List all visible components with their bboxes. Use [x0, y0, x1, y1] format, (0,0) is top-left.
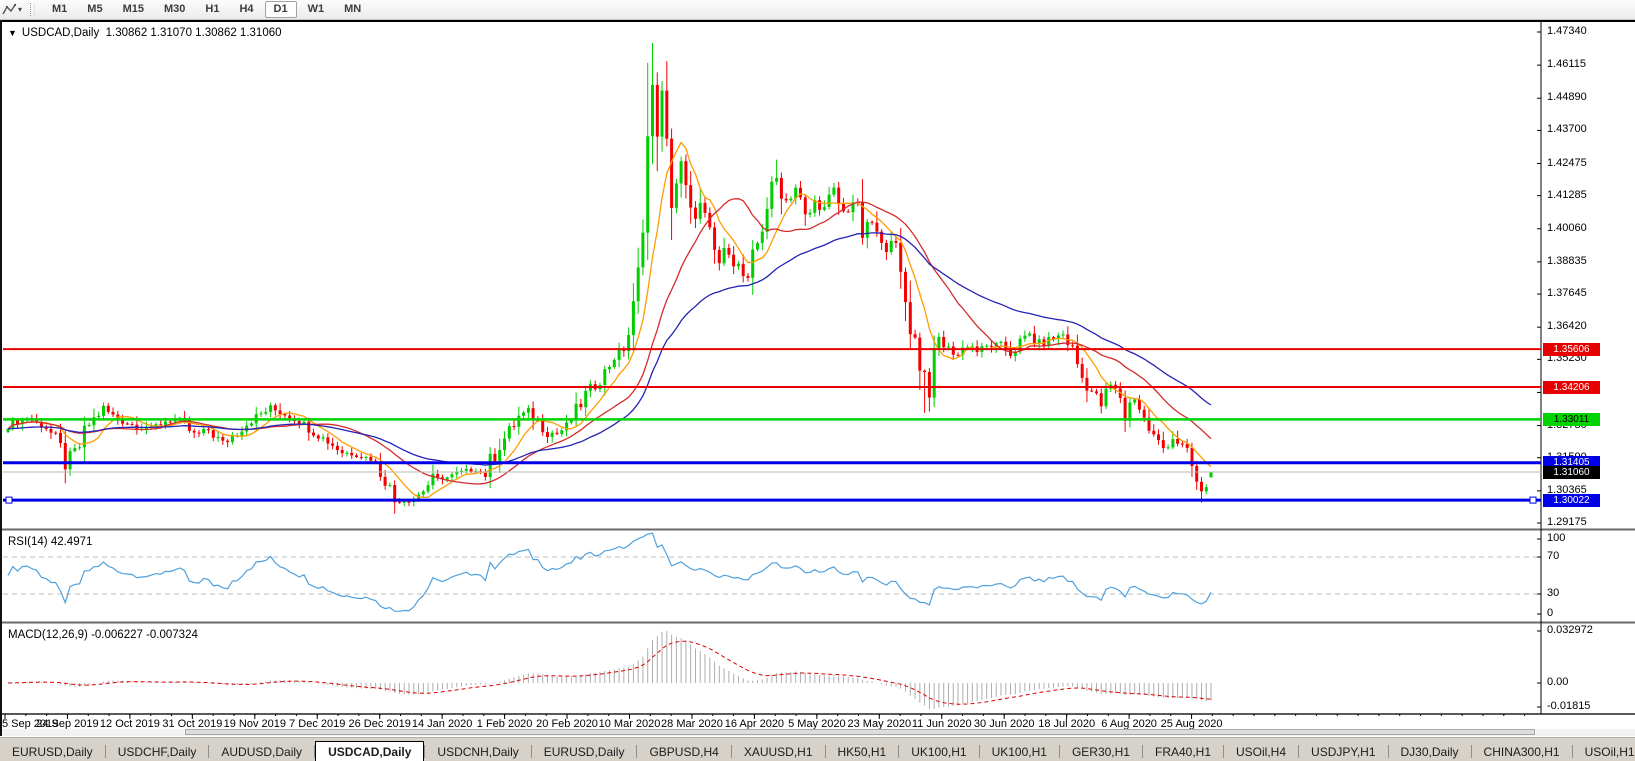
rsi-tick-label: 100 — [1547, 532, 1566, 544]
current-price-tag: 1.31060 — [1543, 465, 1600, 479]
tab-USDCAD-Daily[interactable]: USDCAD,Daily — [315, 741, 425, 761]
timeframe-button-D1[interactable]: D1 — [264, 1, 297, 18]
draw-tools-dropdown-icon[interactable]: ▾ — [18, 5, 22, 14]
chart-ohlc-values: 1.30862 1.31070 1.30862 1.31060 — [105, 27, 282, 39]
macd-histogram — [12, 631, 1212, 709]
hline-handle[interactable] — [5, 496, 13, 504]
tab-AUDUSD-Daily[interactable]: AUDUSD,Daily — [209, 743, 314, 761]
h-scrollbar-thumb[interactable] — [185, 729, 1535, 735]
tab-GER30-H1[interactable]: GER30,H1 — [1060, 743, 1142, 761]
tab-DJ30-Daily[interactable]: DJ30,Daily — [1389, 743, 1471, 761]
tab-USDCHF-Daily[interactable]: USDCHF,Daily — [106, 743, 209, 761]
price-tick-label: 1.38835 — [1547, 254, 1587, 267]
macd-tick-label: -0.01815 — [1547, 700, 1591, 712]
tab-USOil-H4[interactable]: USOil,H4 — [1224, 743, 1298, 761]
hline-price-tag: 1.34206 — [1543, 380, 1600, 394]
tab-GBPUSD-H4[interactable]: GBPUSD,H4 — [637, 743, 730, 761]
tab-UK100-H1[interactable]: UK100,H1 — [980, 743, 1059, 761]
timeframe-button-H1[interactable]: H1 — [196, 1, 228, 18]
price-tick-label: 1.44890 — [1547, 91, 1587, 104]
price-tick-label: 1.40060 — [1547, 221, 1587, 234]
polyline-draw-icon[interactable] — [0, 1, 18, 18]
price-tick-label: 1.41285 — [1547, 188, 1587, 201]
moving-average-21 — [7, 198, 1212, 485]
candles — [6, 43, 1213, 514]
hline-price-tag: 1.35606 — [1543, 342, 1600, 356]
toolbar-grip — [30, 3, 36, 16]
tab-USDCNH-Daily[interactable]: USDCNH,Daily — [425, 743, 530, 761]
window-left-border — [0, 20, 2, 736]
macd-tick-label: 0.00 — [1547, 676, 1569, 688]
price-tick-label: 1.47340 — [1547, 25, 1587, 37]
tab-XAUUSD-H1[interactable]: XAUUSD,H1 — [732, 743, 825, 761]
price-tick-label: 1.46115 — [1547, 58, 1586, 71]
timeframe-buttons: M1 M5 M15 M30 H1 H4 D1 W1 MN — [42, 1, 371, 18]
tab-USOil-H1[interactable]: USOil,H1 — [1573, 743, 1635, 761]
timeframe-button-H4[interactable]: H4 — [230, 1, 262, 18]
macd-tick-label: 0.032972 — [1547, 624, 1593, 636]
rsi-line — [7, 532, 1212, 612]
price-tick-label: 1.43700 — [1547, 123, 1587, 136]
price-tick-label: 1.36420 — [1547, 320, 1587, 333]
tab-CHINA300-H1[interactable]: CHINA300,H1 — [1472, 743, 1572, 761]
price-tick-label: 1.42475 — [1547, 156, 1587, 169]
hline-handle[interactable] — [1529, 496, 1537, 504]
tab-UK100-H1[interactable]: UK100,H1 — [899, 743, 978, 761]
timeframe-button-M5[interactable]: M5 — [78, 1, 111, 18]
tab-FRA40-H1[interactable]: FRA40,H1 — [1143, 743, 1223, 761]
timeframe-button-W1[interactable]: W1 — [299, 1, 334, 18]
rsi-tick-label: 30 — [1547, 587, 1560, 599]
tab-HK50-H1[interactable]: HK50,H1 — [826, 743, 899, 761]
tab-EURUSD-Daily[interactable]: EURUSD,Daily — [0, 743, 105, 761]
rsi-label: RSI(14) 42.4971 — [8, 536, 93, 548]
hline-price-tag: 1.33011 — [1543, 412, 1600, 426]
hline-price-tag: 1.30022 — [1543, 493, 1600, 507]
tab-USDJPY-H1[interactable]: USDJPY,H1 — [1299, 743, 1387, 761]
timeframe-button-M30[interactable]: M30 — [155, 1, 194, 18]
macd-signal-line — [7, 640, 1212, 705]
moving-average-8 — [7, 141, 1212, 499]
chart-tabs-bar: EURUSD,Daily USDCHF,Daily AUDUSD,Daily USDC… — [0, 737, 1635, 761]
rsi-tick-label: 70 — [1547, 550, 1560, 562]
rsi-tick-label: 0 — [1547, 607, 1554, 619]
tab-EURUSD-Daily[interactable]: EURUSD,Daily — [532, 743, 637, 761]
timeframe-button-M15[interactable]: M15 — [114, 1, 153, 18]
timeframe-button-M1[interactable]: M1 — [43, 1, 76, 18]
mt4-chart-screen: { "toolbar": { "draw_tool_icon": "polyli… — [0, 0, 1635, 761]
top-toolbar: ▾ M1 M5 M15 M30 H1 H4 D1 W1 MN — [0, 0, 1635, 20]
macd-label: MACD(12,26,9) -0.006227 -0.007324 — [8, 629, 198, 641]
h-scrollbar[interactable] — [2, 729, 1635, 736]
price-tick-label: 1.29175 — [1547, 516, 1587, 528]
chart-symbol-period: USDCAD,Daily — [21, 27, 100, 39]
timeframe-button-MN[interactable]: MN — [335, 1, 370, 18]
price-tick-label: 1.37645 — [1547, 287, 1587, 300]
chart-canvas[interactable] — [0, 0, 1635, 761]
collapse-icon[interactable]: ▼ — [8, 28, 17, 38]
chart-ohlc-readout: ▼ USDCAD,Daily 1.30862 1.31070 1.30862 1.… — [8, 27, 282, 39]
